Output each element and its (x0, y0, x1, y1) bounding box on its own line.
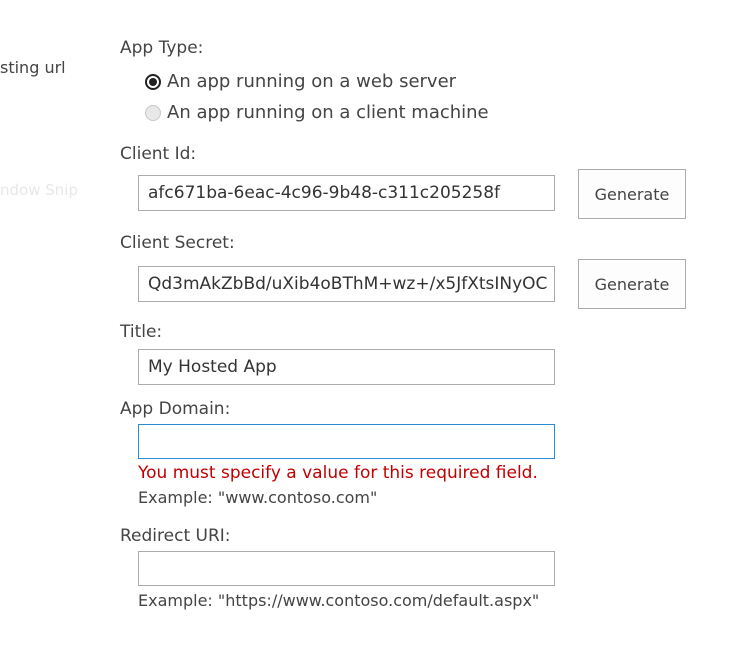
app-domain-example: Example: "www.contoso.com" (138, 488, 378, 507)
app-type-label: App Type: (120, 38, 204, 58)
app-domain-error-message: You must specify a value for this requir… (138, 463, 538, 483)
hosting-url-label-fragment: sting url (0, 58, 66, 77)
radio-selected-icon[interactable] (145, 73, 161, 90)
radio-client-machine[interactable]: An app running on a client machine (145, 102, 489, 123)
radio-client-machine-label: An app running on a client machine (167, 102, 489, 123)
app-domain-label: App Domain: (120, 399, 231, 419)
redirect-uri-example: Example: "https://www.contoso.com/defaul… (138, 591, 540, 610)
redirect-uri-label: Redirect URI: (120, 526, 231, 546)
generate-client-secret-button[interactable]: Generate (578, 259, 686, 309)
client-secret-label: Client Secret: (120, 233, 235, 253)
ghost-text-fragment: ndow Snip (0, 181, 78, 199)
app-registration-form: sting url ndow Snip App Type: An app run… (0, 0, 750, 671)
radio-web-server-label: An app running on a web server (167, 71, 457, 92)
client-secret-input[interactable]: Qd3mAkZbBd/uXib4oBThM+wz+/x5JfXtsINyOC (138, 266, 555, 302)
redirect-uri-input[interactable] (138, 551, 555, 586)
client-id-input[interactable]: afc671ba-6eac-4c96-9b48-c311c205258f (138, 175, 555, 211)
radio-web-server[interactable]: An app running on a web server (145, 71, 456, 92)
app-domain-input[interactable] (138, 424, 555, 459)
title-input[interactable]: My Hosted App (138, 349, 555, 385)
generate-client-id-button[interactable]: Generate (578, 169, 686, 219)
client-id-label: Client Id: (120, 144, 197, 164)
title-label: Title: (120, 322, 163, 342)
radio-unselected-icon[interactable] (145, 104, 161, 121)
